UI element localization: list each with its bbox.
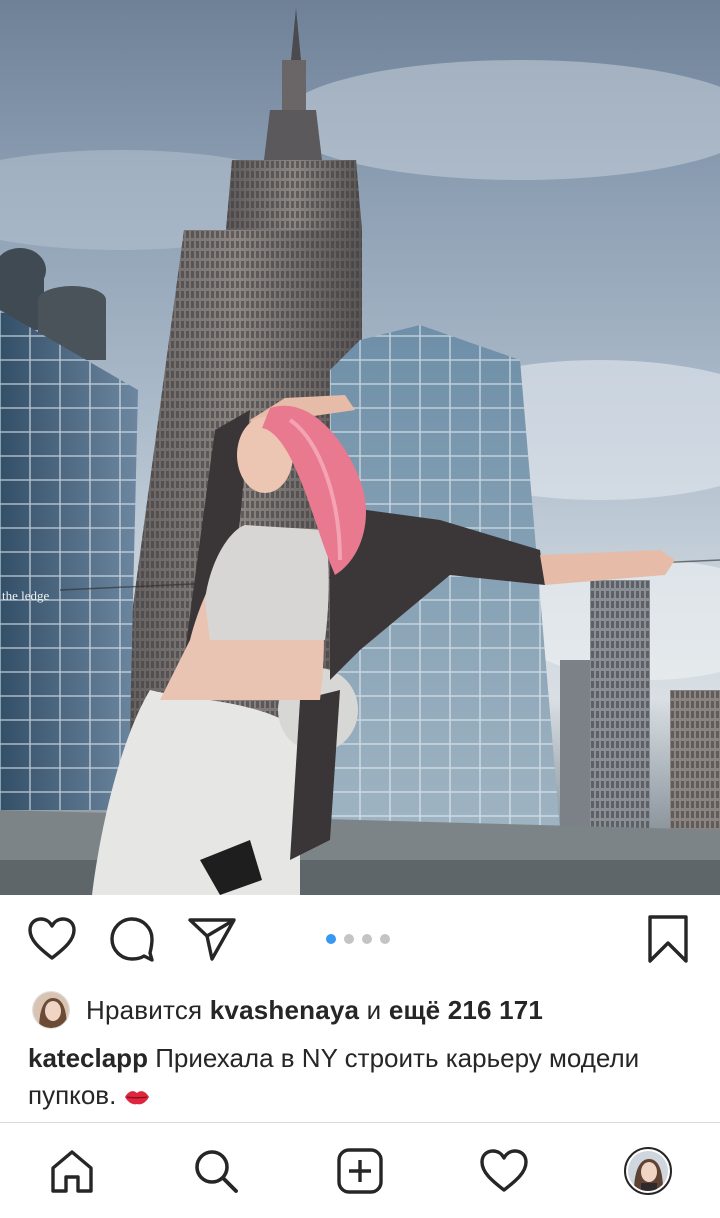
carousel-dot	[380, 934, 390, 944]
like-button[interactable]	[26, 913, 78, 965]
caption-username[interactable]: kateclapp	[28, 1043, 148, 1073]
tab-activity[interactable]	[476, 1143, 532, 1199]
post-photo[interactable]: the ledge	[0, 0, 720, 895]
likes-and: и	[366, 994, 382, 1025]
tab-profile[interactable]	[620, 1143, 676, 1199]
likes-row[interactable]: Нравится kvashenaya и ещё 216 171	[32, 988, 543, 1032]
liker-avatar[interactable]	[32, 991, 70, 1029]
search-icon	[195, 1150, 238, 1193]
comment-icon	[110, 917, 154, 962]
add-post-icon	[337, 1148, 383, 1194]
tab-home[interactable]	[44, 1143, 100, 1199]
carousel-dot	[344, 934, 354, 944]
share-button[interactable]	[186, 913, 238, 965]
bookmark-icon	[648, 915, 688, 963]
carousel-dot-active	[326, 934, 336, 944]
sign-text: the ledge	[2, 588, 50, 603]
likes-user-link[interactable]: kvashenaya	[210, 995, 359, 1025]
post-photo-illustration: the ledge	[0, 8, 720, 895]
post-caption: kateclapp Приехала в NY строить карьеру …	[28, 1040, 698, 1114]
carousel-indicator	[326, 934, 390, 944]
save-button[interactable]	[642, 913, 694, 965]
home-icon	[51, 1150, 93, 1193]
bottom-tab-bar	[0, 1122, 720, 1218]
heart-icon	[28, 917, 76, 960]
carousel-dot	[362, 934, 372, 944]
likes-text: Нравится kvashenaya и ещё 216 171	[86, 995, 543, 1026]
lips-emoji	[124, 1080, 150, 1110]
comment-button[interactable]	[106, 913, 158, 965]
likes-prefix: Нравится	[86, 994, 203, 1025]
tab-search[interactable]	[188, 1143, 244, 1199]
tab-new-post[interactable]	[332, 1143, 388, 1199]
likes-count-link[interactable]: ещё 216 171	[389, 995, 543, 1025]
activity-heart-icon	[480, 1149, 528, 1192]
profile-avatar	[624, 1147, 672, 1195]
paper-plane-icon	[188, 918, 236, 961]
